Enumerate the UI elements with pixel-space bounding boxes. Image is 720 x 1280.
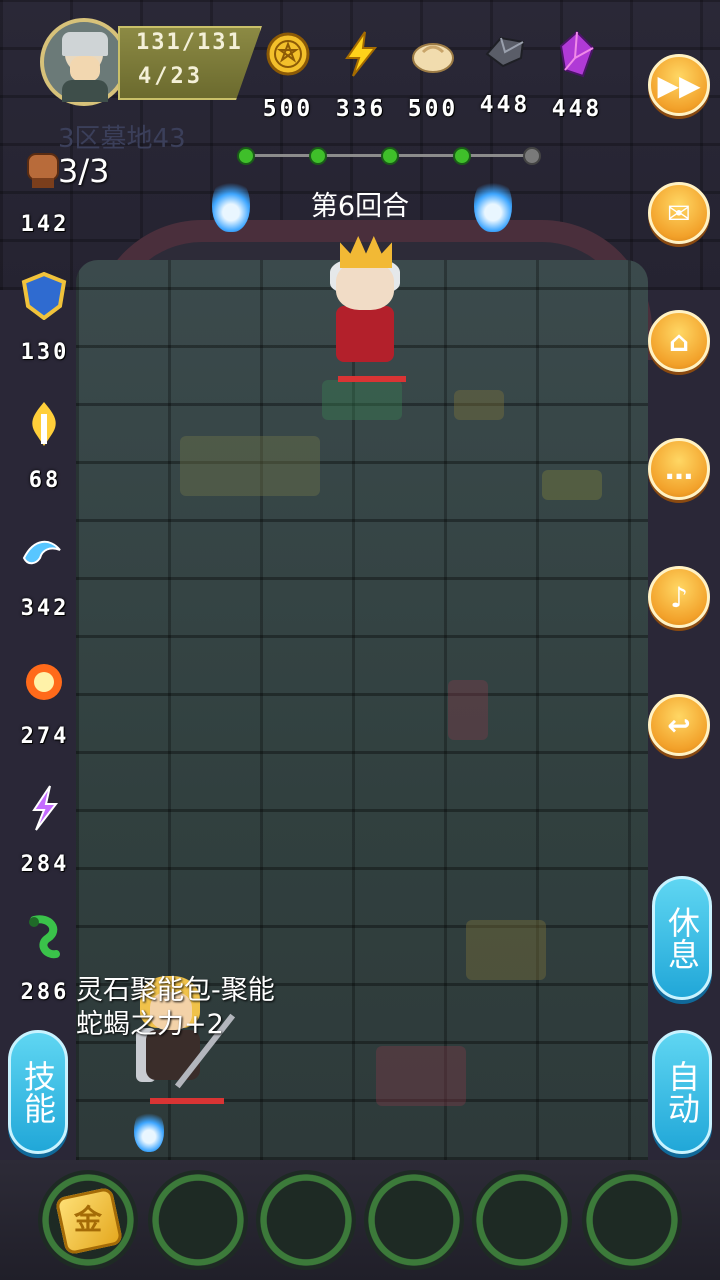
food-value: 500 xyxy=(407,96,459,122)
auto-label: 自动 xyxy=(663,1060,701,1124)
lightning-value: 284 xyxy=(20,852,70,877)
round-progress-dot xyxy=(309,147,327,165)
fireball-icon xyxy=(26,664,62,700)
player-avatar[interactable] xyxy=(40,18,128,106)
level-progress: 4/23 xyxy=(138,64,203,89)
rest-button[interactable]: 休息 xyxy=(652,876,712,1000)
ore-value: 448 xyxy=(479,92,531,118)
ore-resource: 448 xyxy=(470,26,540,118)
crystal-resource: 448 xyxy=(542,30,612,122)
return-button[interactable]: ↩ xyxy=(648,694,710,756)
home-button[interactable]: ⌂ xyxy=(648,310,710,372)
item-slot-empty[interactable] xyxy=(582,1170,682,1270)
shield-defense-icon xyxy=(21,272,67,320)
fire-sword-icon xyxy=(32,402,56,446)
round-progress-dot xyxy=(523,147,541,165)
home-icon: ⌂ xyxy=(668,324,690,358)
fast-forward-icon: ▶▶ xyxy=(657,68,701,102)
hp-value: 131/131 xyxy=(136,30,243,55)
item-slot-empty[interactable] xyxy=(364,1170,464,1270)
area-label: 3区墓地43 xyxy=(58,124,186,154)
item-slot-empty[interactable] xyxy=(148,1170,248,1270)
crystal-value: 448 xyxy=(551,96,603,122)
chat-button[interactable]: … xyxy=(648,438,710,500)
round-progress-dot xyxy=(237,147,255,165)
fireball-value: 274 xyxy=(20,724,70,749)
speaker-icon: ♪ xyxy=(670,580,688,614)
item-slot-gold[interactable]: 金 xyxy=(38,1170,138,1270)
serpent-value: 286 xyxy=(20,980,70,1005)
battle-message-line1: 灵石聚能包-聚能 xyxy=(76,975,275,1006)
bun-food-icon xyxy=(412,43,454,73)
skills-label: 技能 xyxy=(19,1060,57,1124)
food-resource: 500 xyxy=(398,30,468,122)
mail-button[interactable]: ✉ xyxy=(648,182,710,244)
hero-hp-bar xyxy=(150,1098,224,1104)
round-progress-dot xyxy=(381,147,399,165)
energy-value: 336 xyxy=(335,96,387,122)
green-serpent-icon xyxy=(29,915,60,959)
gold-value: 500 xyxy=(262,96,314,122)
envelope-icon: ✉ xyxy=(667,196,691,230)
iron-ore-icon xyxy=(485,36,525,68)
battle-message: 灵石聚能包-聚能 蛇蝎之力+2 xyxy=(76,974,275,1042)
item-slot-empty[interactable] xyxy=(472,1170,572,1270)
lightning-energy-icon xyxy=(345,31,378,77)
fast-forward-button[interactable]: ▶▶ xyxy=(648,54,710,116)
attack-charges: 3/3 xyxy=(58,152,110,190)
water-wave-icon xyxy=(22,540,61,565)
fire-value: 68 xyxy=(28,468,62,493)
blue-spirit-flame-icon xyxy=(134,1108,164,1152)
auto-button[interactable]: 自动 xyxy=(652,1030,712,1154)
water-value: 342 xyxy=(20,596,70,621)
lightning-rune-icon xyxy=(32,785,59,831)
chat-bubble-icon: … xyxy=(665,452,693,486)
defense-value: 130 xyxy=(20,340,70,365)
battle-message-line2: 蛇蝎之力+2 xyxy=(76,1009,224,1040)
round-progress-dot xyxy=(453,147,471,165)
gold-bar-glyph: 金 xyxy=(73,1203,102,1236)
energy-resource: 336 xyxy=(326,30,396,122)
enemy-hp-bar xyxy=(338,376,406,382)
sound-button[interactable]: ♪ xyxy=(648,566,710,628)
return-arrow-icon: ↩ xyxy=(667,708,691,742)
attack-value: 142 xyxy=(20,212,70,237)
skills-button[interactable]: 技能 xyxy=(8,1030,68,1154)
rest-label: 休息 xyxy=(663,906,701,970)
purple-crystal-icon xyxy=(559,30,595,78)
enemy-king[interactable] xyxy=(310,236,420,368)
item-slot-empty[interactable] xyxy=(256,1170,356,1270)
gold-resource: 500 xyxy=(253,30,323,122)
gold-coin-icon xyxy=(266,32,310,76)
